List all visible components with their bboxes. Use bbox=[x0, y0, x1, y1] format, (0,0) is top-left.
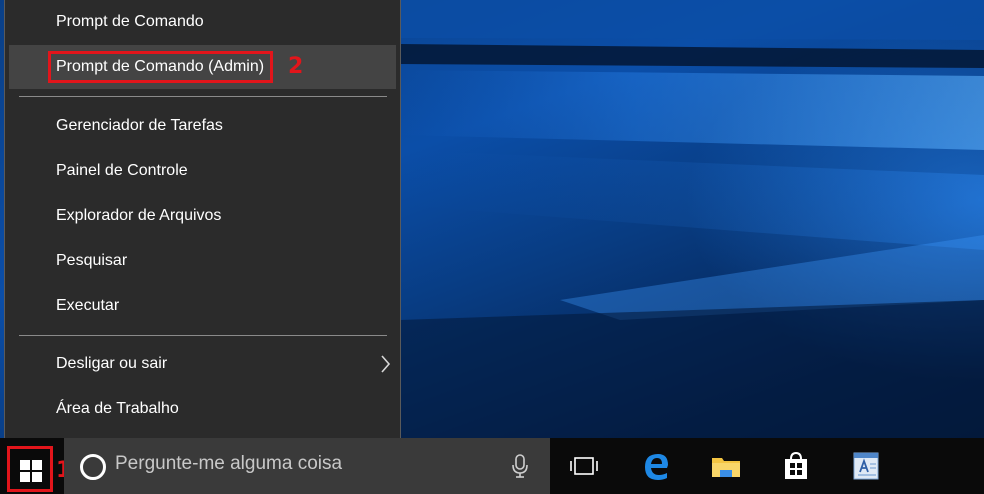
menu-item-label: Explorador de Arquivos bbox=[56, 207, 222, 224]
menu-separator bbox=[19, 335, 387, 336]
start-button[interactable] bbox=[7, 446, 53, 492]
menu-item-search[interactable]: Pesquisar bbox=[9, 239, 396, 283]
search-placeholder: Pergunte-me alguma coisa bbox=[115, 453, 343, 474]
task-view-icon bbox=[570, 457, 598, 475]
menu-item-shutdown-signout[interactable]: Desligar ou sair bbox=[9, 342, 396, 386]
file-explorer-icon bbox=[712, 458, 740, 477]
menu-separator bbox=[19, 96, 387, 97]
edge-icon bbox=[645, 454, 668, 480]
cortana-icon bbox=[80, 454, 106, 480]
microphone-icon[interactable] bbox=[512, 454, 528, 478]
menu-item-label: Área de Trabalho bbox=[56, 400, 179, 417]
menu-item-run[interactable]: Executar bbox=[9, 284, 396, 328]
cortana-search-box[interactable]: Pergunte-me alguma coisa bbox=[64, 438, 550, 494]
menu-item-label: Executar bbox=[56, 297, 120, 314]
wordpad-button[interactable] bbox=[838, 438, 894, 494]
menu-item-command-prompt-admin[interactable]: Prompt de Comando (Admin) bbox=[9, 45, 396, 89]
menu-item-label: Prompt de Comando bbox=[56, 13, 204, 30]
menu-item-label: Desligar ou sair bbox=[56, 355, 168, 372]
windows-logo-icon bbox=[20, 460, 42, 482]
annotation-number-2: 2 bbox=[288, 54, 304, 79]
menu-item-label: Prompt de Comando (Admin) bbox=[56, 58, 265, 75]
taskbar: 1 Pergunte-me alguma coisa bbox=[0, 438, 984, 494]
task-view-button[interactable] bbox=[556, 438, 612, 494]
store-icon bbox=[785, 451, 807, 479]
menu-item-label: Gerenciador de Tarefas bbox=[56, 117, 223, 134]
menu-item-label: Pesquisar bbox=[56, 252, 128, 269]
menu-item-control-panel[interactable]: Painel de Controle bbox=[9, 149, 396, 193]
winx-context-menu: Prompt de Comando Prompt de Comando (Adm… bbox=[4, 0, 401, 442]
chevron-right-icon bbox=[378, 342, 392, 386]
menu-item-file-explorer[interactable]: Explorador de Arquivos bbox=[9, 194, 396, 238]
menu-item-label: Painel de Controle bbox=[56, 162, 188, 179]
menu-item-command-prompt[interactable]: Prompt de Comando bbox=[9, 0, 396, 44]
desktop-screen: Prompt de Comando Prompt de Comando (Adm… bbox=[0, 0, 984, 494]
admin-highlight-box: Prompt de Comando (Admin) bbox=[48, 51, 274, 83]
wordpad-icon bbox=[853, 452, 879, 480]
menu-item-task-manager[interactable]: Gerenciador de Tarefas bbox=[9, 104, 396, 148]
menu-item-desktop[interactable]: Área de Trabalho bbox=[9, 387, 396, 431]
store-button[interactable] bbox=[768, 438, 824, 494]
file-explorer-button[interactable] bbox=[698, 438, 754, 494]
edge-button[interactable] bbox=[628, 438, 684, 494]
